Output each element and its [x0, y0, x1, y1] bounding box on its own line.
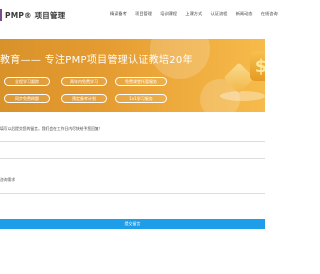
nav-item-class-mode[interactable]: 上课方式	[181, 11, 206, 17]
pill-tracking: 全程学习跟踪	[4, 77, 50, 86]
pill-free-study: 两年内免费学习	[61, 77, 107, 86]
main-nav: 精读备考 项目管理 培训课程 上课方式 认证流程 新闻动态 在线咨询	[110, 11, 282, 17]
nav-item-certification[interactable]: 认证流程	[206, 11, 231, 17]
site-header: PMP® 项目管理 精读备考 项目管理 培训课程 上课方式 认证流程 新闻动态 …	[0, 0, 278, 30]
pill-1v1-service: 1v1学习服务	[115, 94, 167, 103]
nav-item-news[interactable]: 新闻动态	[232, 11, 257, 17]
consult-need-label: 咨询需求	[0, 177, 16, 182]
banner-title: 教育—— 专注PMP项目管理认证教培20年	[0, 55, 193, 66]
hero-banner: 教育—— 专注PMP项目管理认证教培20年 全程学习跟踪 两年内免费学习 免费课…	[0, 39, 265, 112]
nav-item-online-consult[interactable]: 在线咨询	[257, 11, 282, 17]
logo-accent	[0, 9, 2, 21]
pill-question-practice: 同步免费刷题	[4, 94, 50, 103]
decor-pedestal	[220, 91, 265, 101]
consult-need-input[interactable]	[0, 193, 265, 194]
message-input[interactable]	[0, 141, 265, 142]
pill-study-plan: 预定备考计划	[61, 94, 107, 103]
contact-input[interactable]	[0, 158, 265, 159]
nav-item-project-management[interactable]: 项目管理	[131, 11, 156, 17]
logo-text: PMP® 项目管理	[5, 10, 66, 20]
submit-button[interactable]: 提交留言	[0, 219, 265, 229]
dollar-icon: $	[250, 51, 265, 81]
logo[interactable]: PMP® 项目管理	[0, 7, 65, 23]
nav-item-courses[interactable]: 培训课程	[156, 11, 181, 17]
form-notice: 填写以后提交您的留言，我们会在工作日内尽快给予您回复！	[0, 126, 103, 131]
pill-hosting: 免费课堂托管服务	[115, 77, 167, 86]
nav-item-exam-prep[interactable]: 精读备考	[110, 11, 131, 17]
